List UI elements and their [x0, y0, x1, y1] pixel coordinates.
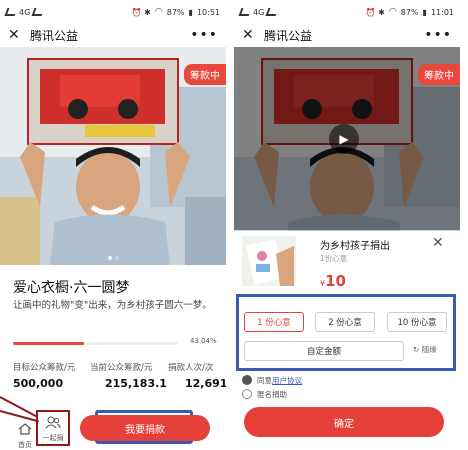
project-description: 让画中的礼物"变"出来，为乡村孩子圆六一梦。: [13, 300, 212, 311]
donate-together-label: 一起捐: [42, 434, 64, 442]
donate-together-tab[interactable]: 一起捐: [36, 410, 70, 446]
people-icon: [45, 416, 61, 429]
alarm-bluetooth-icons: ⏰ ✱: [131, 7, 151, 17]
sheet-project-name: 为乡村孩子捐出: [320, 241, 390, 252]
project-detail-screen: 4G ⏰ ✱ ◠ 87% ▮ 10:51 ✕ 腾讯公益 ••• 筹款中 爱心衣橱…: [0, 0, 226, 450]
confirm-button[interactable]: 确定: [244, 407, 444, 437]
bottom-action-bar: 首页 一起捐 我要捐款: [0, 402, 226, 450]
donor-count-value: 12,691: [185, 377, 226, 390]
anonymous-checkbox[interactable]: [242, 389, 252, 399]
agree-prefix: 同意: [257, 376, 272, 385]
carousel-dot: [107, 256, 112, 260]
close-icon[interactable]: ✕: [8, 27, 26, 43]
navigation-bar: ✕ 腾讯公益 •••: [234, 24, 460, 46]
drawing-thumbnail-image: [242, 236, 296, 286]
carousel-indicator: [0, 256, 226, 260]
donate-highlight-frame: 我要捐款: [80, 410, 210, 444]
custom-amount-button[interactable]: 自定金额: [244, 341, 404, 361]
user-agreement-link[interactable]: 用户协议: [272, 376, 302, 385]
target-amount-label: 目标公众筹款/元: [13, 363, 76, 373]
home-label: 首页: [18, 441, 32, 449]
amount-options-frame: 1 份心意 2 份心意 10 份心意 自定金额 ↻ 随缘: [236, 294, 456, 371]
donate-button-label: 我要捐款: [125, 424, 165, 436]
fundraising-badge: 筹款中: [184, 64, 226, 85]
option-2-shares[interactable]: 2 份心意: [315, 312, 375, 332]
target-amount-value: 500,000: [13, 377, 64, 390]
random-label: 随缘: [421, 345, 437, 354]
page-title: 腾讯公益: [30, 28, 79, 43]
status-time: 10:51: [196, 7, 220, 17]
home-icon: [18, 423, 32, 435]
battery-level: 87%: [400, 7, 419, 17]
signal-icon: [238, 8, 252, 16]
wifi-icon: ◠: [388, 7, 397, 17]
battery-icon: ▮: [188, 7, 193, 17]
wifi-icon: ◠: [154, 7, 163, 17]
project-title: 爱心衣橱·六一圆梦: [13, 280, 130, 296]
close-icon[interactable]: ✕: [432, 235, 444, 251]
page-title: 腾讯公益: [264, 28, 313, 43]
status-time: 11:01: [430, 7, 454, 17]
signal-icon: [4, 8, 18, 16]
more-icon[interactable]: •••: [190, 27, 218, 43]
play-icon[interactable]: ▶: [329, 124, 359, 154]
price: ¥10: [320, 271, 346, 290]
progress-fill: [13, 342, 85, 345]
donate-button[interactable]: 我要捐款: [80, 415, 210, 441]
current-amount-label: 当前公众筹款/元: [90, 363, 153, 373]
progress-percent: 43.04%: [190, 337, 217, 345]
close-icon[interactable]: ✕: [242, 27, 260, 43]
home-tab[interactable]: 首页: [14, 420, 36, 450]
more-icon[interactable]: •••: [424, 27, 452, 43]
current-amount-value: 215,183.1: [105, 377, 167, 390]
signal-icon: [31, 8, 45, 16]
agree-text: 同意用户协议: [257, 375, 302, 386]
carrier-text: 4G: [253, 7, 265, 17]
battery-level: 87%: [166, 7, 185, 17]
alarm-bluetooth-icons: ⏰ ✱: [365, 7, 385, 17]
progress-bar: [13, 342, 178, 345]
signal-icon: [265, 8, 279, 16]
agree-checkbox[interactable]: [242, 375, 252, 385]
carousel-dot: [114, 256, 119, 260]
option-1-share[interactable]: 1 份心意: [244, 312, 304, 332]
status-bar: 4G ⏰ ✱ ◠ 87% ▮ 11:01: [234, 0, 460, 24]
donation-sheet-screen: 4G ⏰ ✱ ◠ 87% ▮ 11:01 ✕ 腾讯公益 ••• 筹款中 ▶ 为乡…: [234, 0, 460, 450]
price-value: 10: [325, 272, 346, 290]
refresh-icon: ↻: [413, 345, 420, 354]
option-10-shares[interactable]: 10 份心意: [387, 312, 447, 332]
fundraising-badge: 筹款中: [418, 64, 460, 85]
battery-icon: ▮: [422, 7, 427, 17]
random-button[interactable]: ↻ 随缘: [413, 344, 437, 355]
navigation-bar: ✕ 腾讯公益 •••: [0, 24, 226, 46]
project-thumbnail: [242, 236, 296, 286]
donor-count-label: 捐款人次/次: [168, 363, 214, 373]
anonymous-label: 匿名捐助: [257, 390, 287, 399]
sheet-project-sub: 1份心意: [320, 254, 348, 263]
status-bar: 4G ⏰ ✱ ◠ 87% ▮ 10:51: [0, 0, 226, 24]
carrier-text: 4G: [19, 7, 31, 17]
donation-sheet: 为乡村孩子捐出 1份心意 ¥10 ✕ 1 份心意 2 份心意 10 份心意 自定…: [234, 231, 460, 450]
